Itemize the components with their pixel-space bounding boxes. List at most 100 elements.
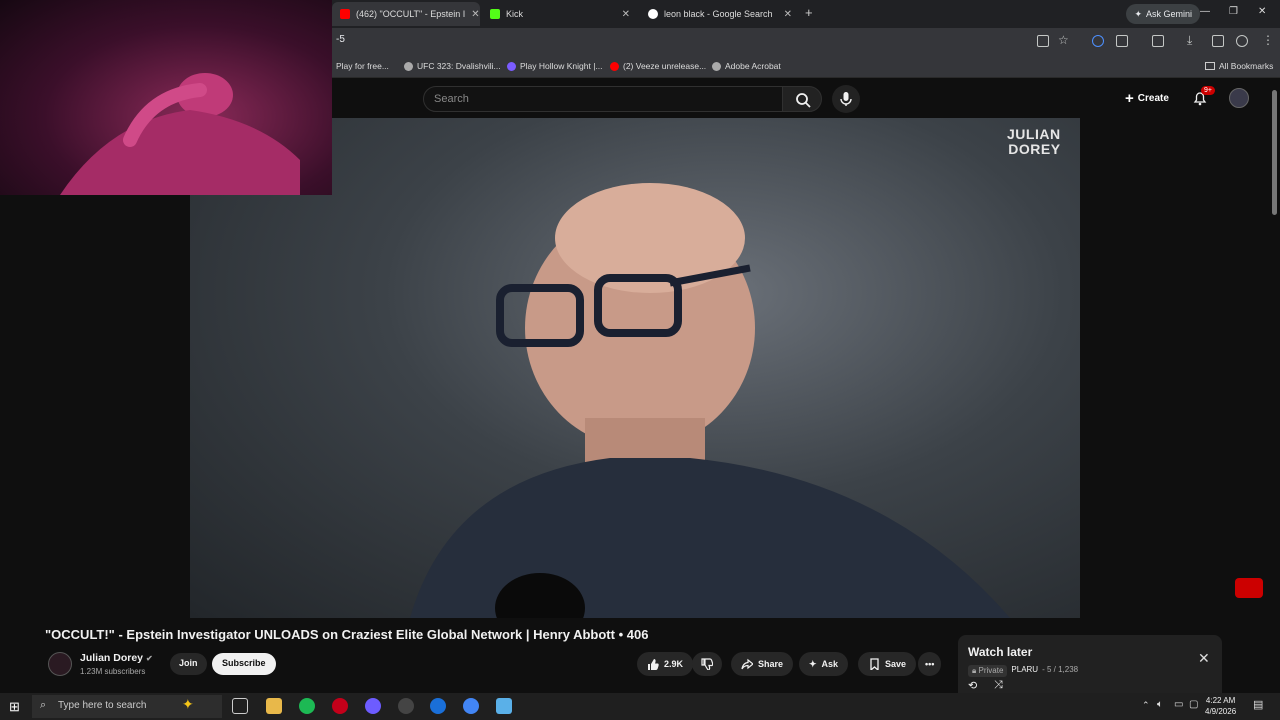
close-window-icon[interactable]: ✕ [1258,6,1266,17]
streamer-image [60,73,300,195]
share-button[interactable]: Share [731,652,794,676]
subscribe-button[interactable]: Subscribe [212,653,276,675]
channel-name-text: Julian Dorey [80,652,144,664]
thumbs-up-icon [648,659,659,670]
account-avatar[interactable] [1229,88,1249,108]
download-icon[interactable]: ⤓ [1187,33,1192,48]
video-title: "OCCULT!" - Epstein Investigator UNLOADS… [45,627,649,642]
bookmark-label: (2) Veeze unrelease... [623,61,707,71]
webcam-overlay [0,0,332,195]
tray-chevron-icon[interactable]: ⌃ [1142,700,1150,711]
cast-icon[interactable] [1037,35,1049,47]
verified-check-icon: ✔ [145,654,153,663]
channel-avatar[interactable] [48,652,72,676]
shuffle-icon[interactable]: ⤨ [994,679,1003,692]
system-clock[interactable]: 4:22 AM 4/9/2026 [1205,695,1236,717]
url-field[interactable]: -5 [336,34,345,45]
join-button[interactable]: Join [170,653,207,675]
channel-name[interactable]: Julian Dorey ✔ [80,652,153,664]
youtube-favicon-icon [340,9,350,19]
search-highlight-icon: ✦ [182,696,194,712]
watermark-line: DOREY [1008,141,1061,157]
globe-icon [712,61,721,71]
ask-label: Ask [821,659,839,669]
privacy-badge: 🔒︎ Private [968,665,1008,677]
loop-icon[interactable]: ⟲ [968,679,977,692]
notification-center-icon[interactable]: ▤ [1253,698,1263,711]
create-label: Create [1137,93,1169,104]
close-tab-icon[interactable]: ✕ [622,9,630,20]
watch-later-meta: 🔒︎ Private PLARU - 5 / 1,238 [968,665,1078,677]
tab-youtube[interactable]: (462) "OCCULT" - Epstein I ✕ [332,2,480,26]
app-red-icon[interactable] [332,698,348,714]
task-view-icon[interactable] [232,698,248,714]
bookmark-label: Play for free... [336,61,389,71]
channel-watermark: JULIAN DOREY [1007,127,1061,157]
maximize-icon[interactable]: ❐ [1229,6,1238,17]
like-count: 2.9K [664,659,684,669]
extensions-puzzle-icon[interactable] [1116,35,1128,47]
tab-label: leon black - Google Search [664,9,773,19]
volume-icon[interactable]: 🔈︎ [1157,699,1163,710]
bookmark-label: Adobe Acrobat [725,61,781,71]
extension-icon[interactable] [1092,35,1104,47]
search-button[interactable] [782,86,822,112]
watch-later-panel[interactable]: Watch later 🔒︎ Private PLARU - 5 / 1,238… [958,635,1222,695]
save-button[interactable]: Save [858,652,917,676]
share-label: Share [758,659,784,669]
like-button[interactable]: 2.9K [637,652,694,676]
voice-search-button[interactable] [832,85,860,113]
bookmark-item[interactable]: Play Hollow Knight |... [507,61,603,71]
thumbs-down-icon [701,658,713,670]
translate-icon[interactable] [1212,35,1224,47]
page-scrollbar[interactable] [1272,90,1277,215]
all-bookmarks[interactable]: All Bookmarks [1205,61,1273,71]
tab-kick[interactable]: Kick ✕ [482,2,638,26]
close-icon[interactable]: ✕ [1198,650,1210,667]
dislike-button[interactable] [692,652,722,676]
ask-button[interactable]: ✦ Ask [799,652,849,676]
bookmark-item[interactable]: Adobe Acrobat [712,61,781,71]
chrome-icon[interactable] [463,698,479,714]
windows-start-icon[interactable]: ⊞ [9,699,20,715]
discord-icon[interactable] [365,698,381,714]
gemini-sparkle-icon: ✦ [1134,8,1142,19]
tab-google-search[interactable]: leon black - Google Search ✕ [640,2,800,26]
subscribe-watermark-icon[interactable] [1235,578,1263,598]
search-icon: ⌕ [40,699,47,711]
obs-icon[interactable] [398,698,414,714]
ccleaner-icon[interactable] [430,698,446,714]
minimize-icon[interactable]: — [1200,6,1210,17]
bookmark-icon [870,658,879,670]
bookmark-item[interactable]: UFC 323: Dvalishvili... [404,61,501,71]
network-icon[interactable]: ▭ [1174,699,1183,710]
bookmark-item[interactable]: (2) Veeze unrelease... [610,61,706,71]
ask-gemini-button[interactable]: ✦ Ask Gemini [1126,4,1200,24]
microphone-icon [840,92,852,106]
app-blue-icon[interactable] [496,698,512,714]
taskbar-search-input[interactable]: ⌕ Type here to search ✦ [32,695,222,718]
windows-taskbar: ⊞ ⌕ Type here to search ✦ ⌃ 🔈︎ ▭ ▢ 4:22 … [0,693,1280,720]
subscriber-count: 1.23M subscribers [80,667,146,676]
more-actions-button[interactable]: ••• [918,652,942,676]
create-button[interactable]: + Create [1125,90,1169,107]
clock-date: 4/9/2026 [1205,707,1237,716]
bookmark-item[interactable]: Play for free... [336,61,389,71]
save-label: Save [885,659,907,669]
sidepanel-icon[interactable] [1152,35,1164,47]
display-icon[interactable]: ▢ [1189,699,1198,710]
file-explorer-icon[interactable] [266,698,282,714]
close-tab-icon[interactable]: ✕ [784,9,792,20]
bookmark-star-icon[interactable]: ☆ [1058,33,1069,47]
search-input[interactable]: Search [423,86,783,112]
new-tab-icon[interactable]: + [805,5,813,20]
profile-icon[interactable] [1236,35,1248,47]
watermark-line: JULIAN [1007,126,1061,142]
close-tab-icon[interactable]: ✕ [471,9,479,20]
taskbar-search-placeholder: Type here to search [58,700,147,711]
kick-favicon-icon [490,9,500,19]
youtube-icon [610,61,619,71]
spotify-icon[interactable] [299,698,315,714]
plus-icon: + [1125,90,1134,107]
browser-menu-icon[interactable]: ⋮ [1262,33,1274,47]
